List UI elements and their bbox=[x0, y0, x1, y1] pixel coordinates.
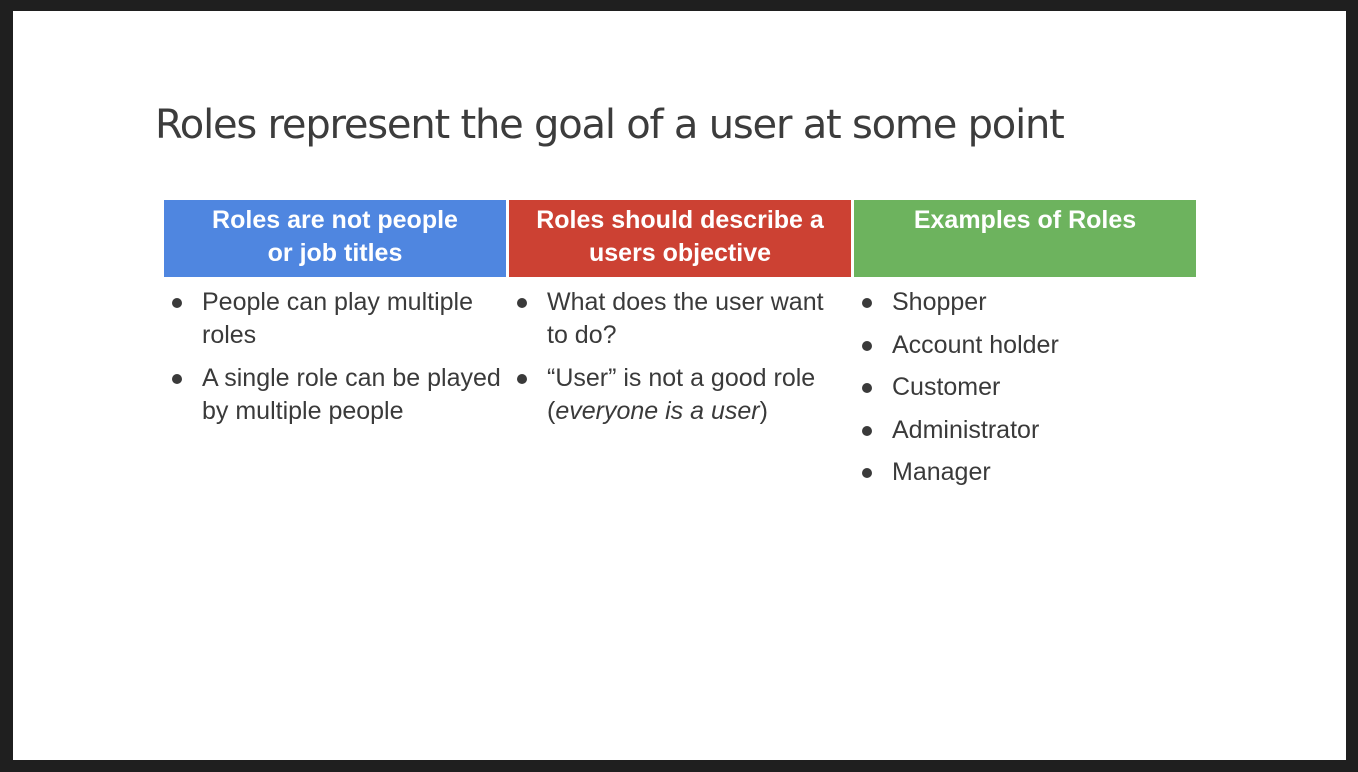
column-header-line: or job titles bbox=[267, 239, 403, 267]
column-header: Roles are not people or job titles bbox=[164, 200, 506, 277]
slide-frame: Roles represent the goal of a user at so… bbox=[0, 0, 1358, 772]
column-header-line: users objective bbox=[588, 239, 772, 267]
list-item: “User” is not a good role (everyone is a… bbox=[509, 362, 851, 428]
list-item-text-end: ) bbox=[759, 397, 768, 425]
slide: Roles represent the goal of a user at so… bbox=[13, 11, 1346, 760]
list-item: People can play multiple roles bbox=[164, 286, 506, 352]
slide-title: Roles represent the goal of a user at so… bbox=[155, 102, 1065, 148]
list-item: Administrator bbox=[854, 414, 1196, 447]
bullet-list: Shopper Account holder Customer Administ… bbox=[854, 277, 1196, 489]
column-header-line: Roles should describe a bbox=[536, 206, 824, 234]
column-header: Examples of Roles bbox=[854, 200, 1196, 277]
list-item: A single role can be played by multiple … bbox=[164, 362, 506, 428]
list-item: Account holder bbox=[854, 329, 1196, 362]
list-item: Shopper bbox=[854, 286, 1196, 319]
bullet-list: What does the user want to do? “User” is… bbox=[509, 277, 851, 428]
column-roles-not-people: Roles are not people or job titles Peopl… bbox=[164, 200, 506, 438]
column-header-line: Examples of Roles bbox=[913, 206, 1137, 234]
column-examples-of-roles: Examples of Roles Shopper Account holder… bbox=[854, 200, 1196, 499]
bullet-list: People can play multiple roles A single … bbox=[164, 277, 506, 428]
column-header-line: Roles are not people bbox=[212, 206, 458, 234]
list-item: Customer bbox=[854, 371, 1196, 404]
column-header: Roles should describe a users objective bbox=[509, 200, 851, 277]
list-item: Manager bbox=[854, 456, 1196, 489]
list-item: What does the user want to do? bbox=[509, 286, 851, 352]
column-roles-objective: Roles should describe a users objective … bbox=[509, 200, 851, 438]
list-item-italic: everyone is a user bbox=[555, 397, 760, 425]
